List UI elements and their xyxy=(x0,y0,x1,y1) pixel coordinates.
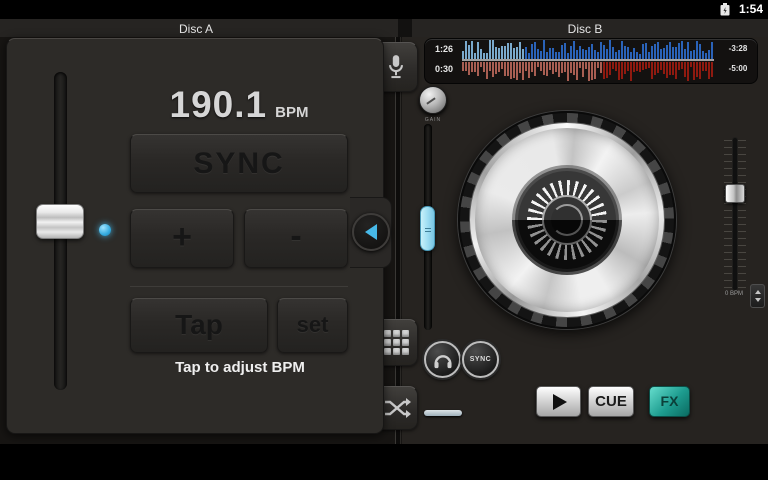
chevron-left-icon xyxy=(365,224,377,240)
bpm-readout: 190.1 BPM xyxy=(130,84,348,128)
play-icon xyxy=(553,394,567,410)
bpm-decrease-button[interactable]: - xyxy=(244,209,348,268)
bpm-value: 190.1 xyxy=(170,84,268,125)
clock: 1:54 xyxy=(739,2,763,16)
tab-bar-divider xyxy=(398,19,412,38)
status-bar: 1:54 xyxy=(0,0,768,18)
waveform-track2[interactable] xyxy=(462,62,714,81)
microphone-icon xyxy=(385,53,407,81)
dj-app-screen: 1:54 Disc A Disc B 1:26 0:30 -3:28 -5:00… xyxy=(0,0,768,480)
deck-sync-label: SYNC xyxy=(470,356,491,363)
tempo-fader-handle[interactable] xyxy=(36,204,84,239)
tab-disc-b[interactable]: Disc B xyxy=(412,22,758,36)
deck-divider-groove xyxy=(395,37,401,444)
bpm-increase-button[interactable]: + xyxy=(130,209,234,268)
deck-sync-button[interactable]: SYNC xyxy=(462,341,499,378)
collapse-dialog-button[interactable] xyxy=(352,213,390,251)
grid-icon xyxy=(384,330,409,355)
sync-button[interactable]: SYNC xyxy=(130,134,348,193)
pitch-slider-handle[interactable] xyxy=(725,184,745,203)
elapsed-time-track1: 1:26 xyxy=(426,44,462,54)
gain-knob-label: GAIN xyxy=(413,117,453,123)
set-button[interactable]: set xyxy=(277,298,348,353)
deck-tab-bar: Disc A Disc B xyxy=(0,18,768,37)
waveform-track1[interactable] xyxy=(462,40,714,59)
mini-fader-handle[interactable] xyxy=(424,410,462,416)
pitch-slider-track xyxy=(733,138,737,290)
pitch-stepper[interactable] xyxy=(750,284,765,308)
remaining-time-track2: -5:00 xyxy=(718,64,758,73)
pitch-up-icon xyxy=(755,290,761,294)
headphone-cue-button[interactable] xyxy=(424,341,461,378)
battery-charging-icon xyxy=(720,3,730,16)
cue-button[interactable]: CUE xyxy=(588,386,634,417)
waveform-divider xyxy=(462,59,714,61)
jog-wheel[interactable] xyxy=(458,111,676,329)
tab-disc-a[interactable]: Disc A xyxy=(0,22,392,36)
pitch-down-icon xyxy=(755,298,761,302)
fx-button[interactable]: FX xyxy=(649,386,690,417)
headphone-icon xyxy=(432,350,454,370)
bpm-unit: BPM xyxy=(275,104,308,121)
tap-hint-text: Tap to adjust BPM xyxy=(110,359,370,376)
tempo-zero-indicator xyxy=(99,224,111,236)
pitch-zero-label: 0 BPM xyxy=(720,291,748,297)
remaining-time-track1: -3:28 xyxy=(718,44,758,53)
shuffle-icon xyxy=(383,396,411,420)
bpm-dialog-divider xyxy=(130,286,348,287)
play-button[interactable] xyxy=(536,386,581,417)
volume-fader-handle[interactable] xyxy=(420,206,435,251)
jog-wheel-shading xyxy=(512,165,622,275)
tap-button[interactable]: Tap xyxy=(130,298,268,353)
elapsed-time-track2: 0:30 xyxy=(426,64,462,74)
gain-knob[interactable] xyxy=(419,86,447,114)
android-nav-bar xyxy=(0,444,768,480)
